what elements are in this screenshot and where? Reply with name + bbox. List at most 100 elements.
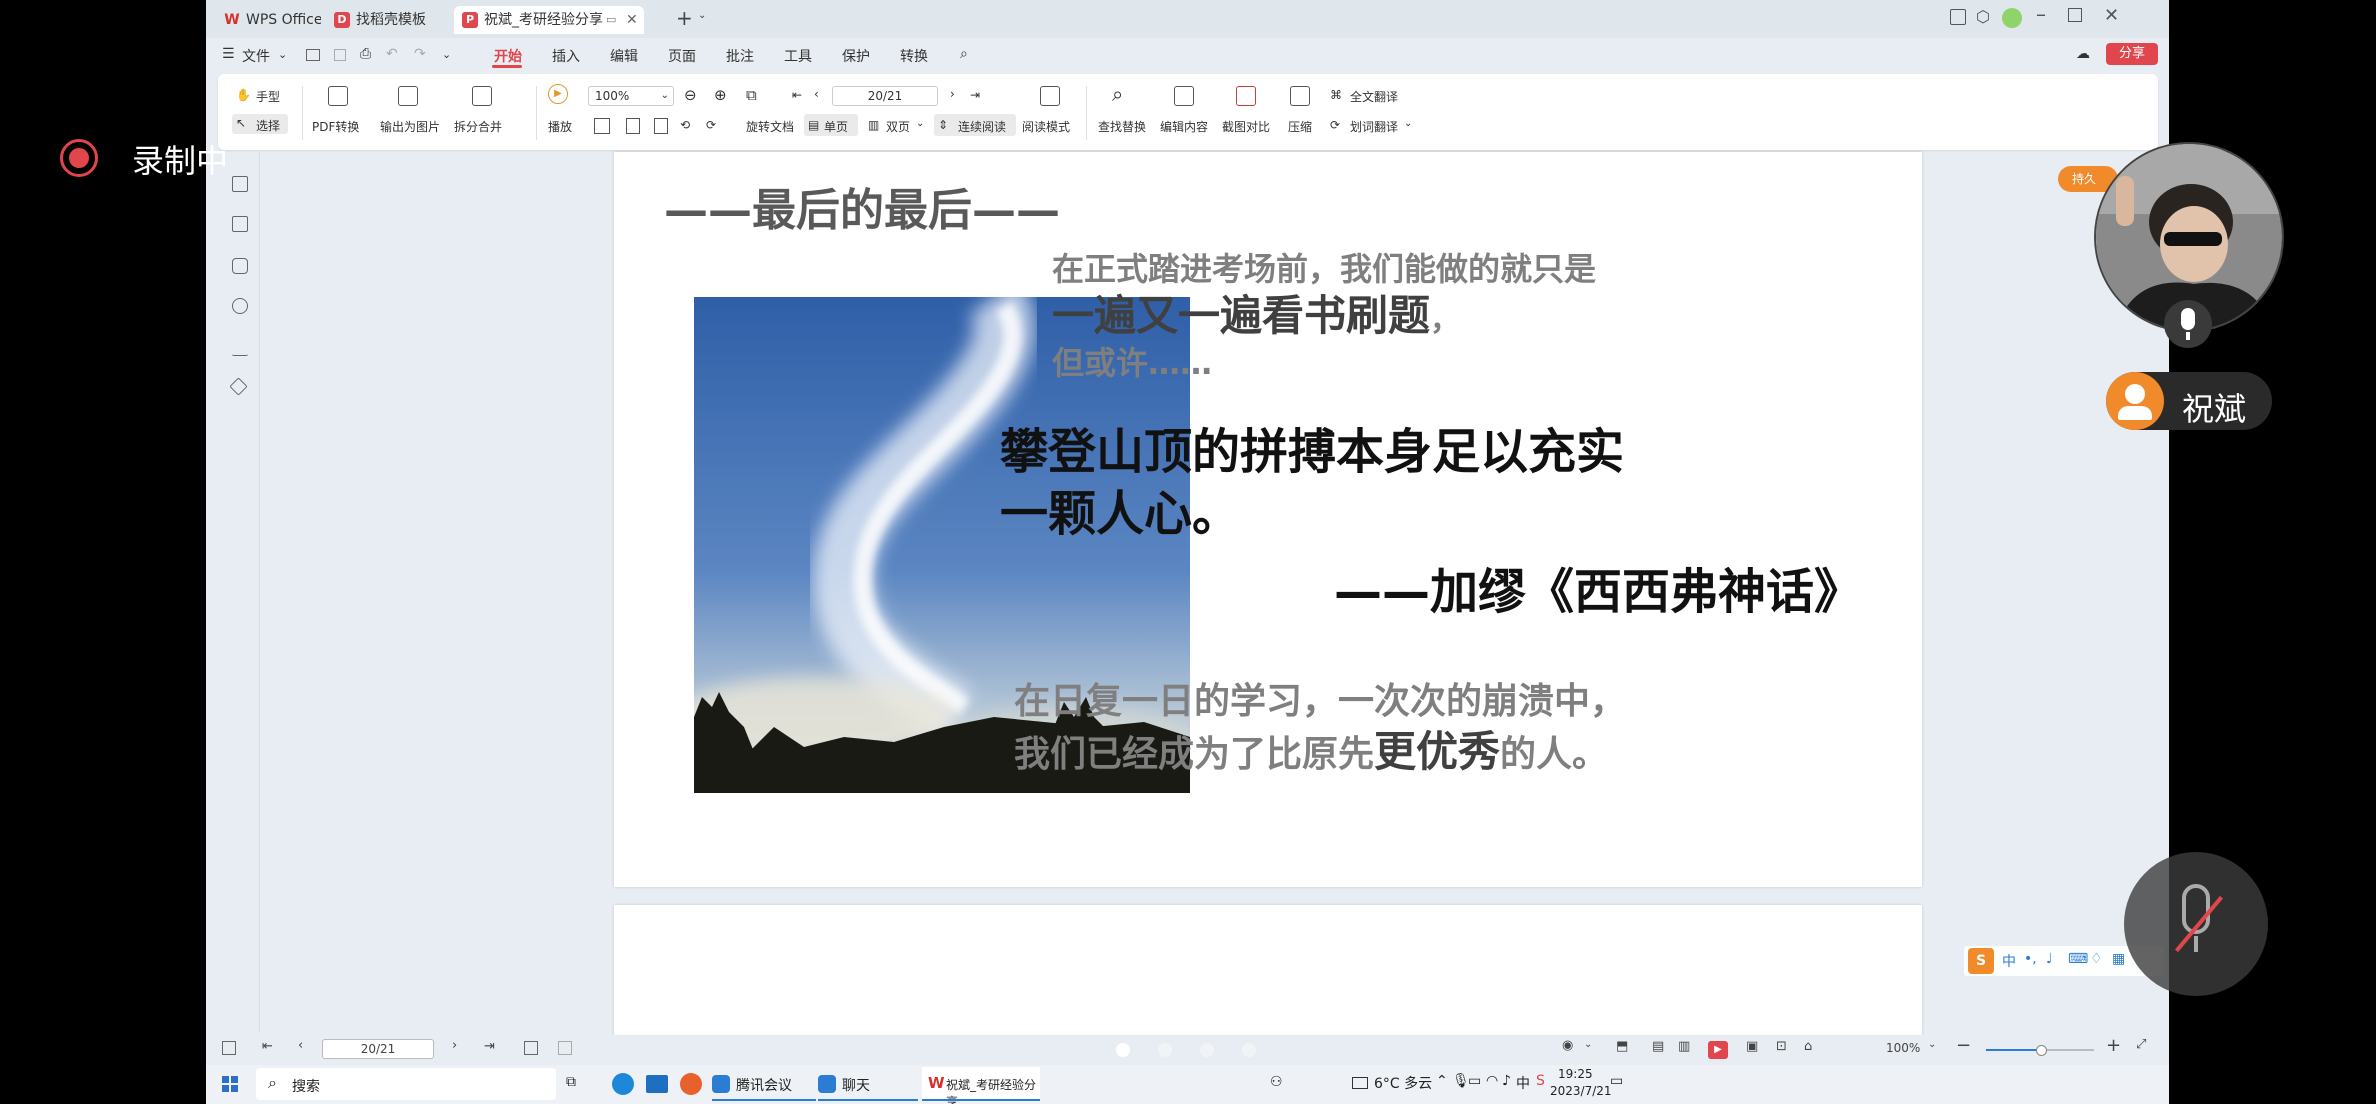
- sogou-logo-icon[interactable]: S: [1968, 948, 1994, 974]
- clock-date[interactable]: 2023/7/21: [1550, 1084, 1612, 1098]
- file-menu[interactable]: 文件: [242, 46, 270, 66]
- task-view-icon[interactable]: ⧉: [566, 1074, 576, 1090]
- voice-icon[interactable]: ♩: [2046, 951, 2053, 967]
- chevron-down-icon[interactable]: ⌄: [698, 10, 706, 21]
- play-button[interactable]: 播放: [548, 118, 572, 135]
- chevron-down-icon[interactable]: ⌄: [1584, 1039, 1592, 1050]
- edge-icon[interactable]: [612, 1073, 634, 1095]
- zoom-value[interactable]: 100%: [1886, 1041, 1920, 1055]
- attachment-icon[interactable]: [232, 298, 248, 314]
- weather-text[interactable]: 6°C 多云: [1374, 1073, 1432, 1093]
- zoom-in-icon[interactable]: +: [2106, 1035, 2121, 1056]
- hamburger-icon[interactable]: ☰: [222, 46, 235, 62]
- actual-size-icon[interactable]: [654, 118, 668, 134]
- redo-icon[interactable]: ↷: [414, 46, 426, 62]
- search-icon[interactable]: ⌕: [960, 46, 968, 62]
- menu-protect[interactable]: 保护: [842, 46, 870, 66]
- menu-comment[interactable]: 批注: [726, 46, 754, 66]
- eye-icon[interactable]: ◉: [1562, 1038, 1573, 1053]
- ime-mode[interactable]: 中: [2002, 951, 2016, 971]
- view-icon[interactable]: [524, 1041, 538, 1055]
- chevron-down-icon[interactable]: ⌄: [1928, 1039, 1936, 1050]
- avatar[interactable]: [2002, 8, 2022, 28]
- tab-document[interactable]: P 祝斌_考研经验分享 ▭ ✕: [454, 6, 644, 34]
- layout-icon[interactable]: [1950, 9, 1966, 25]
- skin-icon[interactable]: ♢: [2090, 951, 2103, 967]
- export-image-button[interactable]: 输出为图片: [380, 118, 440, 135]
- fullscreen-icon[interactable]: ⤢: [2136, 1037, 2146, 1052]
- sidebar-toggle-icon[interactable]: [222, 1041, 236, 1055]
- punctuation-icon[interactable]: •,: [2024, 951, 2037, 967]
- ime-indicator[interactable]: 中: [1516, 1073, 1530, 1093]
- rotate-right-icon[interactable]: ⟳: [706, 118, 716, 132]
- zoom-select[interactable]: 100% ⌄: [588, 86, 674, 106]
- cube-icon[interactable]: ⬡: [1976, 7, 1990, 26]
- full-translate-button[interactable]: 全文翻译: [1350, 88, 1398, 105]
- next-page-icon[interactable]: ›: [452, 1038, 457, 1053]
- menu-insert[interactable]: 插入: [552, 46, 580, 66]
- fit-icon[interactable]: ⬒: [1616, 1039, 1628, 1054]
- split-merge-button[interactable]: 拆分合并: [454, 118, 502, 135]
- carousel-dot[interactable]: [1158, 1043, 1172, 1057]
- screenshot-compare-button[interactable]: 截图对比: [1222, 118, 1270, 135]
- first-page-icon[interactable]: ⇤: [792, 88, 802, 102]
- menu-edit[interactable]: 编辑: [610, 46, 638, 66]
- restore-icon[interactable]: [2068, 8, 2082, 22]
- fit-page-icon[interactable]: [594, 118, 610, 134]
- print-icon[interactable]: ⎙: [360, 46, 371, 62]
- read-mode-button[interactable]: 阅读模式: [1022, 118, 1070, 135]
- thumbnail-icon[interactable]: [232, 216, 248, 232]
- word-translate-button[interactable]: 划词翻译: [1350, 118, 1398, 135]
- taskbar-search[interactable]: ⌕ 搜索: [256, 1068, 556, 1100]
- page-number-input[interactable]: 20/21: [322, 1039, 434, 1059]
- single-page-icon[interactable]: ▤: [1652, 1039, 1664, 1054]
- carousel-dot[interactable]: [1242, 1043, 1256, 1057]
- sogou-icon[interactable]: S: [1536, 1073, 1545, 1089]
- rotate-left-icon[interactable]: ⟲: [680, 118, 690, 132]
- keyboard-icon[interactable]: ⌨: [2068, 951, 2088, 967]
- zoom-out-icon[interactable]: ⊖: [684, 86, 697, 104]
- volume-icon[interactable]: ♪: [1502, 1073, 1511, 1089]
- menu-convert[interactable]: 转换: [900, 46, 928, 66]
- pdf-convert-button[interactable]: PDF转换: [312, 118, 359, 135]
- play-button[interactable]: ▶: [1708, 1041, 1728, 1059]
- zoom-out-icon[interactable]: −: [1956, 1035, 1971, 1056]
- reading-icon[interactable]: ▣: [1746, 1039, 1758, 1054]
- notification-icon[interactable]: ▭: [1610, 1073, 1623, 1089]
- chevron-down-icon[interactable]: ⌄: [278, 48, 287, 61]
- last-page-icon[interactable]: ⇥: [970, 88, 980, 102]
- select-tool-label[interactable]: 选择: [256, 117, 280, 134]
- carousel-dot-active[interactable]: [1116, 1043, 1130, 1057]
- window-icon[interactable]: ▭: [606, 6, 616, 34]
- prev-page-icon[interactable]: ‹: [298, 1038, 303, 1053]
- prev-page-icon[interactable]: ‹: [814, 87, 819, 101]
- focus-icon[interactable]: ⊡: [1776, 1039, 1787, 1054]
- first-page-icon[interactable]: ⇤: [262, 1039, 273, 1054]
- mic-badge[interactable]: [2164, 300, 2212, 348]
- battery-icon[interactable]: ▭: [1468, 1073, 1481, 1089]
- new-tab-icon[interactable]: +: [676, 6, 693, 30]
- find-replace-button[interactable]: 查找替换: [1098, 118, 1146, 135]
- mute-button[interactable]: [2124, 852, 2268, 996]
- hand-tool-label[interactable]: 手型: [256, 88, 280, 105]
- fit-width-icon[interactable]: [626, 118, 640, 134]
- windows-start-icon[interactable]: [222, 1076, 238, 1092]
- zoom-slider-handle[interactable]: [2036, 1045, 2047, 1056]
- single-page-button[interactable]: 单页: [824, 118, 848, 135]
- undo-icon[interactable]: ↶: [386, 46, 398, 62]
- menu-start[interactable]: 开始: [494, 46, 522, 66]
- clock-time[interactable]: 19:25: [1558, 1067, 1593, 1081]
- taskbar-app-meeting[interactable]: 腾讯会议: [712, 1067, 816, 1101]
- folder-icon[interactable]: [306, 49, 320, 61]
- close-tab-icon[interactable]: ✕: [626, 6, 638, 34]
- last-page-icon[interactable]: ⇥: [484, 1039, 495, 1054]
- tab-wps-office[interactable]: W WPS Office: [216, 6, 321, 34]
- comment-icon[interactable]: [232, 258, 248, 274]
- taskbar-app-wps[interactable]: W 祝斌_考研经验分享...: [922, 1067, 1040, 1104]
- minimize-icon[interactable]: –: [2036, 2, 2046, 26]
- close-icon[interactable]: ✕: [2104, 5, 2119, 26]
- toolbar-icon[interactable]: ⧉: [746, 86, 757, 104]
- save-icon[interactable]: [334, 49, 346, 61]
- rotate-document-button[interactable]: 旋转文档: [746, 118, 794, 135]
- chevron-down-icon[interactable]: ⌄: [1404, 118, 1412, 129]
